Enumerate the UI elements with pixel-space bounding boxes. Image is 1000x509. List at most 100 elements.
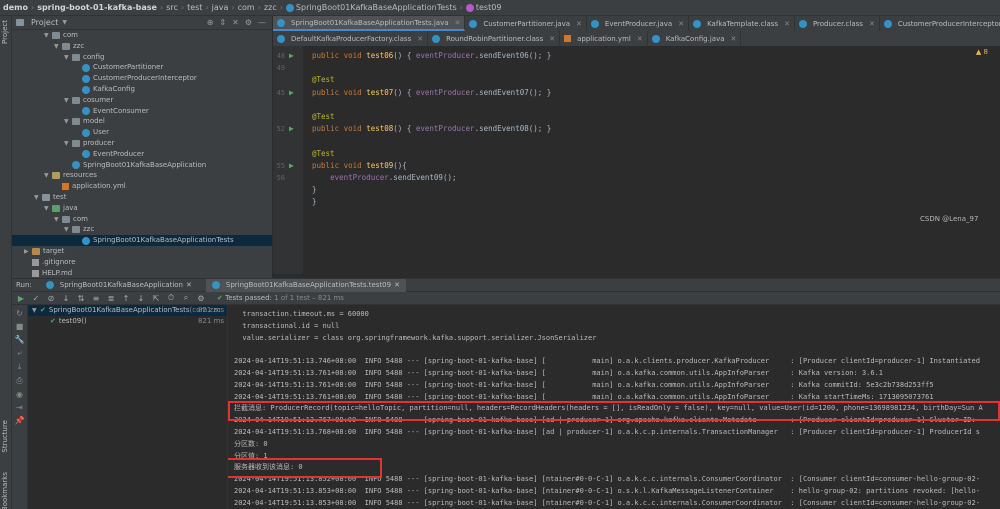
code-line[interactable]: 49 bbox=[273, 62, 1000, 74]
run-gutter-icon[interactable]: ▶ bbox=[289, 123, 294, 135]
wrench-icon[interactable]: 🔧 bbox=[12, 335, 27, 344]
structure-tool-tab[interactable]: Structure bbox=[1, 420, 9, 453]
rerun-icon[interactable]: ↻ bbox=[12, 309, 27, 318]
chevron-down-icon[interactable]: ▼ bbox=[64, 95, 72, 106]
close-icon[interactable]: ✕ bbox=[678, 20, 684, 28]
next-test-icon[interactable]: ↓ bbox=[136, 294, 146, 303]
chevron-down-icon[interactable]: ▼ bbox=[54, 41, 62, 52]
project-tree-item[interactable]: ▼ model bbox=[12, 116, 272, 127]
run-gutter-icon[interactable]: ▶ bbox=[289, 160, 294, 172]
rerun-icon[interactable]: ▶ bbox=[16, 294, 26, 303]
run-gutter-icon[interactable]: ▶ bbox=[289, 50, 294, 62]
locate-icon[interactable]: ⊕ bbox=[207, 18, 214, 27]
sort-alpha-icon[interactable]: ↓ bbox=[61, 294, 71, 303]
editor-tab[interactable]: CustomerPartitioner.java ✕ bbox=[465, 16, 587, 31]
print-icon[interactable]: ⎙ bbox=[12, 376, 27, 386]
editor-tab[interactable]: KafkaConfig.java ✕ bbox=[648, 31, 742, 46]
close-icon[interactable]: ✕ bbox=[576, 20, 582, 28]
code-line[interactable]: 45 ▶ public void test07() { eventProducer.… bbox=[273, 87, 1000, 99]
project-tree-item[interactable]: application.yml bbox=[12, 181, 272, 192]
editor-tab[interactable]: CustomerProducerInterceptor.java✕ bbox=[880, 16, 1000, 31]
chevron-down-icon[interactable]: ▼ bbox=[62, 19, 70, 26]
editor-tab[interactable]: KafkaTemplate.class ✕ bbox=[689, 16, 795, 31]
code-editor[interactable]: ▲ 8 48 ▶ public void test06() { eventProdu… bbox=[273, 46, 1000, 274]
close-icon[interactable]: ✕ bbox=[637, 35, 643, 43]
project-tree-item[interactable]: ▼ producer bbox=[12, 138, 272, 149]
chevron-down-icon[interactable]: ▼ bbox=[44, 30, 52, 41]
bookmarks-tool-tab[interactable]: Bookmarks bbox=[1, 472, 9, 509]
code-line[interactable]: 55 ▶ public void test09(){ bbox=[273, 160, 1000, 172]
project-tree-item[interactable]: CustomerProducerInterceptor bbox=[12, 73, 272, 84]
project-panel-title[interactable]: Project bbox=[31, 18, 58, 27]
chevron-down-icon[interactable]: ▼ bbox=[44, 170, 52, 181]
code-line[interactable]: } bbox=[273, 184, 1000, 196]
project-tree-item[interactable]: ▼ test bbox=[12, 192, 272, 203]
code-line[interactable]: 52 ▶ public void test08() { eventProducer.… bbox=[273, 123, 1000, 135]
breadcrumb-item[interactable]: src bbox=[166, 3, 178, 12]
close-icon[interactable]: ✕ bbox=[869, 20, 875, 28]
breadcrumb-item[interactable]: com bbox=[238, 3, 255, 12]
close-icon[interactable]: ✕ bbox=[186, 281, 192, 289]
gear-icon[interactable]: ⚙ bbox=[196, 294, 206, 303]
project-tree-item[interactable]: ▼ resources bbox=[12, 170, 272, 181]
run-tab-tests[interactable]: SpringBoot01KafkaBaseApplicationTests.te… bbox=[205, 278, 406, 292]
stop-icon[interactable]: ■ bbox=[12, 322, 27, 331]
chevron-down-icon[interactable]: ▼ bbox=[54, 214, 62, 225]
chevron-down-icon[interactable]: ▼ bbox=[64, 116, 72, 127]
close-icon[interactable]: ✕ bbox=[549, 35, 555, 43]
code-line[interactable]: 48 ▶ public void test06() { eventProducer.… bbox=[273, 50, 1000, 62]
run-tab-application[interactable]: SpringBoot01KafkaBaseApplication ✕ bbox=[40, 279, 198, 292]
search-icon[interactable]: ⌕ bbox=[181, 293, 191, 303]
editor-tab[interactable]: DefaultKafkaProducerFactory.class ✕ bbox=[273, 31, 429, 46]
code-line[interactable]: @Test bbox=[273, 74, 1000, 86]
code-line[interactable]: @Test bbox=[273, 111, 1000, 123]
close-icon[interactable]: ✕ bbox=[731, 35, 737, 43]
exit-icon[interactable]: ⇥ bbox=[12, 403, 27, 412]
close-icon[interactable]: ✕ bbox=[455, 19, 461, 27]
breadcrumb-item[interactable]: java bbox=[212, 3, 229, 12]
close-icon[interactable]: ✕ bbox=[394, 281, 400, 289]
gear-icon[interactable]: ⚙ bbox=[245, 18, 252, 27]
close-icon[interactable]: ✕ bbox=[784, 20, 790, 28]
editor-tab[interactable]: RoundRobinPartitioner.class ✕ bbox=[428, 31, 561, 46]
ignored-filter-icon[interactable]: ⊘ bbox=[46, 294, 56, 303]
project-tree-item[interactable]: CustomerPartitioner bbox=[12, 62, 272, 73]
test-case-row[interactable]: ✔ test09() 821 ms bbox=[28, 316, 227, 327]
project-tool-tab[interactable]: Project bbox=[1, 20, 9, 44]
breadcrumb-item[interactable]: demo bbox=[3, 3, 28, 12]
editor-tab[interactable]: SpringBoot01KafkaBaseApplicationTests.ja… bbox=[273, 16, 466, 31]
project-tree-item[interactable]: ▶ target bbox=[12, 246, 272, 257]
breadcrumb-item[interactable]: test bbox=[187, 3, 202, 12]
history-icon[interactable]: ⏱ bbox=[166, 293, 176, 303]
project-tree-item[interactable]: .gitignore bbox=[12, 257, 272, 268]
passed-filter-icon[interactable]: ✓ bbox=[31, 294, 41, 303]
project-tree-item[interactable]: EventConsumer bbox=[12, 106, 272, 117]
editor-tab[interactable]: EventProducer.java ✕ bbox=[587, 16, 690, 31]
project-tree-item[interactable]: ▼ java bbox=[12, 203, 272, 214]
code-line[interactable]: 56 eventProducer.sendEvent09(); bbox=[273, 172, 1000, 184]
breadcrumb-item[interactable]: test09 bbox=[476, 3, 502, 12]
prev-test-icon[interactable]: ↑ bbox=[121, 294, 131, 303]
collapse-icon[interactable]: ⇕ bbox=[219, 18, 226, 27]
code-line[interactable] bbox=[273, 99, 1000, 111]
breadcrumb-item[interactable]: SpringBoot01KafkaBaseApplicationTests bbox=[296, 3, 457, 12]
chevron-down-icon[interactable]: ▼ bbox=[64, 138, 72, 149]
chevron-down-icon[interactable]: ▼ bbox=[64, 52, 72, 63]
breadcrumb-item[interactable]: zzc bbox=[264, 3, 277, 12]
soft-wrap-icon[interactable]: ⤶ bbox=[12, 348, 27, 358]
project-tree-item[interactable]: ▼ config bbox=[12, 52, 272, 63]
close-icon[interactable]: ✕ bbox=[417, 35, 423, 43]
expand-all-icon[interactable]: ≡ bbox=[91, 294, 101, 303]
project-tree-item[interactable]: HELP.md bbox=[12, 268, 272, 278]
project-tree-item[interactable]: ▼ cosumer bbox=[12, 95, 272, 106]
editor-tab[interactable]: application.yml ✕ bbox=[560, 31, 648, 46]
project-tree-item[interactable]: ▼ com bbox=[12, 214, 272, 225]
camera-icon[interactable]: ◉ bbox=[12, 390, 27, 399]
code-line[interactable]: @Test bbox=[273, 148, 1000, 160]
project-tree-item[interactable]: KafkaConfig bbox=[12, 84, 272, 95]
chevron-right-icon[interactable]: ▶ bbox=[24, 246, 32, 257]
project-tree-item[interactable]: ▼ com bbox=[12, 30, 272, 41]
chevron-down-icon[interactable]: ▼ bbox=[64, 224, 72, 235]
project-tree-item[interactable]: ▼ zzc bbox=[12, 41, 272, 52]
project-tree-item[interactable]: SpringBoot01KafkaBaseApplicationTests bbox=[12, 235, 272, 247]
